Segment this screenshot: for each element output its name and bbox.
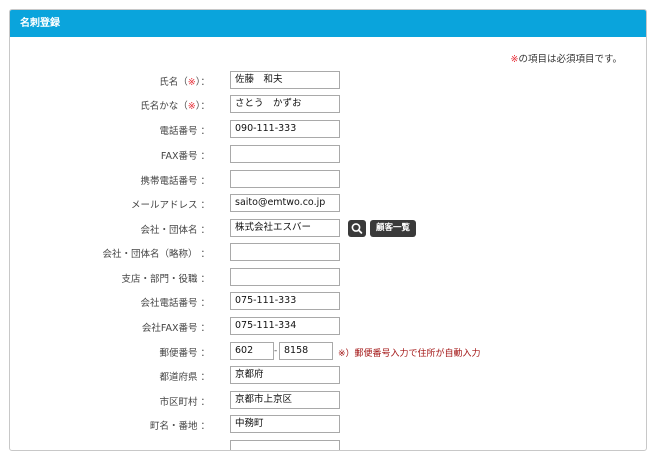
name-input[interactable] [230,71,340,89]
registration-panel: 名刺登録 ※の項目は必須項目です。 氏名（※）： 氏名かな（※）： 電話番号 ：… [9,9,647,451]
search-button[interactable] [348,220,366,237]
city-input[interactable] [230,391,340,409]
row-email: メールアドレス ： [10,194,646,214]
label-mobile: 携帯電話番号 ： [140,176,210,187]
label-street: 町名・番地 ： [149,421,210,432]
required-note: ※の項目は必須項目です。 [510,51,622,65]
email-input[interactable] [230,194,340,212]
label-name-kana: 氏名かな（※）： [140,101,210,112]
company-input[interactable] [230,219,340,237]
name-kana-input[interactable] [230,95,340,113]
branch-input[interactable] [230,268,340,286]
label-zip: 郵便番号 ： [159,348,210,359]
fax-input[interactable] [230,145,340,163]
street-input[interactable] [230,415,340,433]
zip-separator: - [274,346,278,356]
row-mobile: 携帯電話番号 ： [10,170,646,190]
label-branch: 支店・部門・役職 ： [121,274,210,285]
row-company-fax: 会社FAX番号 ： [10,317,646,337]
row-company: 会社・団体名 ： 顧客一覧 [10,219,646,239]
panel-title: 名刺登録 [10,10,646,37]
label-company-fax: 会社FAX番号 ： [141,323,210,334]
row-company-phone: 会社電話番号 ： [10,292,646,312]
row-fax: FAX番号 ： [10,145,646,165]
label-name: 氏名（※）： [159,77,210,88]
required-note-text: の項目は必須項目です。 [518,54,622,65]
row-phone: 電話番号 ： [10,120,646,140]
label-email: メールアドレス ： [130,200,210,211]
next-input[interactable] [230,440,340,450]
customer-list-button[interactable]: 顧客一覧 [370,220,417,237]
label-phone: 電話番号 ： [159,126,210,137]
row-prefecture: 都道府県 ： [10,366,646,386]
label-prefecture: 都道府県 ： [159,372,210,383]
zip-note: ※）郵便番号入力で住所が自動入力 [338,349,481,359]
row-street: 町名・番地 ： [10,415,646,435]
row-branch: 支店・部門・役職 ： [10,268,646,288]
label-company-phone: 会社電話番号 ： [140,298,210,309]
search-icon [351,223,363,234]
company-phone-input[interactable] [230,292,340,310]
label-company: 会社・団体名 ： [140,225,210,236]
zip-first-input[interactable] [230,342,274,360]
label-fax: FAX番号 ： [160,151,210,162]
row-company-abbr: 会社・団体名（略称） ： [10,243,646,263]
label-company-abbr: 会社・団体名（略称） ： [102,249,210,260]
row-partial [10,440,646,450]
row-name-kana: 氏名かな（※）： [10,95,646,115]
phone-input[interactable] [230,120,340,138]
zip-second-input[interactable] [279,342,333,360]
company-fax-input[interactable] [230,317,340,335]
mobile-input[interactable] [230,170,340,188]
row-name: 氏名（※）： [10,71,646,91]
label-city: 市区町村 ： [159,397,210,408]
row-zip: 郵便番号 ： - ※）郵便番号入力で住所が自動入力 [10,342,646,362]
row-city: 市区町村 ： [10,391,646,411]
prefecture-input[interactable] [230,366,340,384]
company-abbr-input[interactable] [230,243,340,261]
